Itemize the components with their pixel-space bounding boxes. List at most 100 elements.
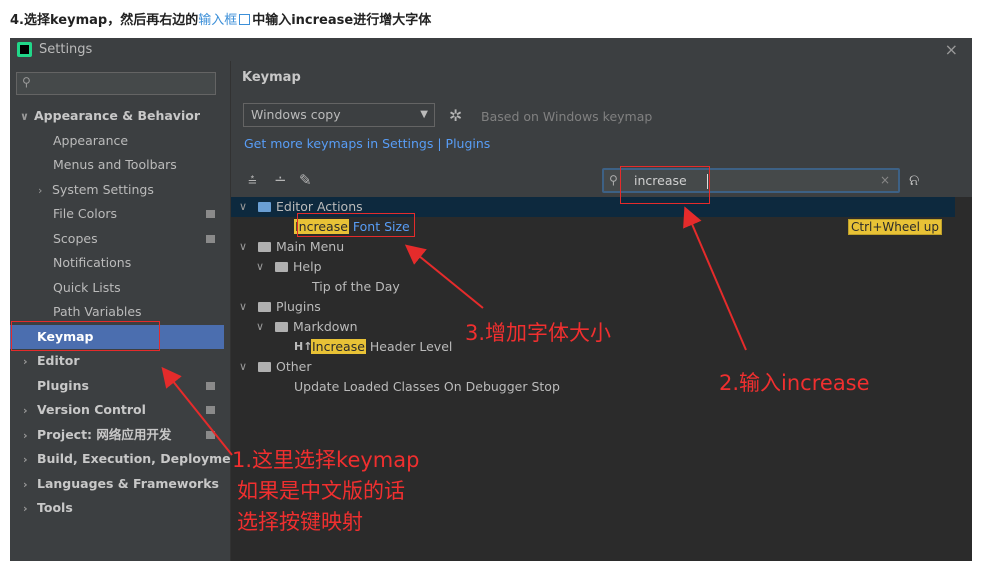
sidebar-item-editor[interactable]: › Editor <box>23 349 80 373</box>
chevron-down-icon[interactable]: ∨ <box>20 105 34 129</box>
tree-row-label: Main Menu <box>276 239 345 254</box>
annotation-step1-line3: 选择按键映射 <box>237 510 363 534</box>
sidebar-item-label: Version Control <box>37 402 146 417</box>
sidebar-item-file-colors[interactable]: File Colors <box>53 202 223 226</box>
chevron-down-icon[interactable]: ∨ <box>239 357 247 377</box>
tree-row-label: Markdown <box>293 319 358 334</box>
header-level-icon: H↑ <box>294 340 313 353</box>
project-scope-icon <box>206 210 215 218</box>
tree-row-label: Plugins <box>276 299 321 314</box>
chevron-right-icon[interactable]: › <box>38 179 52 203</box>
sidebar-item-label: Quick Lists <box>53 280 121 295</box>
tree-row-label: Other <box>276 359 312 374</box>
tree-row-label: Tip of the Day <box>312 279 400 294</box>
expand-all-icon[interactable]: ⩮ <box>248 171 257 189</box>
keymap-select-value: Windows copy <box>251 107 341 122</box>
folder-icon <box>275 262 288 272</box>
chevron-right-icon[interactable]: › <box>23 497 37 521</box>
sidebar-item-label: System Settings <box>52 182 154 197</box>
edit-pencil-icon[interactable]: ✎ <box>299 171 312 189</box>
sidebar-item-label: Languages & Frameworks <box>37 476 219 491</box>
search-icon: ⚲ <box>22 75 31 89</box>
caption-prefix: 4.选择keymap，然后再右边的 <box>10 13 199 28</box>
annotation-box-search <box>620 166 710 204</box>
project-scope-icon <box>206 235 215 243</box>
project-scope-icon <box>206 382 215 390</box>
plugins-link[interactable]: Get more keymaps in Settings | Plugins <box>244 136 490 151</box>
sidebar-item-notifications[interactable]: Notifications <box>53 251 131 275</box>
folder-icon <box>258 362 271 372</box>
annotation-step1-line2: 如果是中文版的话 <box>237 479 405 503</box>
folder-icon <box>258 202 271 212</box>
chevron-down-icon[interactable]: ∨ <box>239 237 247 257</box>
sidebar-item-label: Notifications <box>53 255 132 270</box>
chevron-down-icon[interactable]: ∨ <box>256 257 264 277</box>
folder-icon <box>258 242 271 252</box>
sidebar-search-input[interactable]: ⚲ <box>16 72 216 95</box>
shortcut-badge: Ctrl+Wheel up <box>848 219 943 235</box>
tree-row-label: Update Loaded Classes On Debugger Stop <box>294 379 560 394</box>
clear-search-icon[interactable]: × <box>880 173 890 187</box>
keymap-scheme-select[interactable]: Windows copy ▼ <box>243 103 435 127</box>
sidebar-item-quick-lists[interactable]: Quick Lists <box>53 276 121 300</box>
annotation-step1-line1: 1.这里选择keymap <box>232 448 420 472</box>
annotation-step2: 2.输入increase <box>719 371 870 395</box>
sidebar-item-scopes[interactable]: Scopes <box>53 227 223 251</box>
gear-icon[interactable]: ✲ <box>449 106 462 125</box>
page-caption: 4.选择keymap，然后再右边的输入框 中输入increase进行增大字体 <box>10 9 431 28</box>
chevron-right-icon[interactable]: › <box>23 473 37 497</box>
chevron-right-icon[interactable]: › <box>23 399 37 423</box>
sidebar-item-label: Build, Execution, Deployment <box>37 451 246 466</box>
sidebar-item-build-execution[interactable]: › Build, Execution, Deployment <box>23 447 245 471</box>
chevron-right-icon[interactable]: › <box>23 424 37 448</box>
tree-row-label: Header Level <box>365 339 453 354</box>
sidebar-item-appearance[interactable]: Appearance <box>53 129 223 153</box>
search-highlight: Increase <box>311 339 366 354</box>
sidebar-item-label: Menus and Toolbars <box>53 157 177 172</box>
sidebar-item-label: Tools <box>37 500 73 515</box>
caption-suffix: 中输入increase进行增大字体 <box>252 13 432 28</box>
settings-window: Settings × ⚲ ∨ Appearance & Behavior Appe… <box>10 38 972 561</box>
caption-link[interactable]: 输入框 <box>198 13 237 28</box>
chevron-right-icon[interactable]: › <box>23 448 37 472</box>
collapse-all-icon[interactable]: ∸ <box>274 171 287 189</box>
chevron-down-icon[interactable]: ∨ <box>256 317 264 337</box>
sidebar-item-plugins[interactable]: Plugins <box>37 374 223 398</box>
based-on-label: Based on Windows keymap <box>481 109 653 124</box>
project-scope-icon <box>206 406 215 414</box>
sidebar-item-label: Editor <box>37 353 80 368</box>
annotation-box-font-size <box>297 213 415 237</box>
window-title: Settings <box>39 42 93 57</box>
annotation-box-keymap <box>11 321 160 351</box>
sidebar-item-label: Appearance <box>53 133 129 148</box>
sidebar-item-appearance-behavior[interactable]: ∨ Appearance & Behavior <box>20 104 200 128</box>
close-icon[interactable]: × <box>945 40 958 59</box>
sidebar-item-project[interactable]: › Project: 网络应用开发 <box>23 423 223 447</box>
sidebar-item-label: Plugins <box>37 378 89 393</box>
sidebar-item-languages-frameworks[interactable]: › Languages & Frameworks <box>23 472 219 496</box>
sidebar-item-version-control[interactable]: › Version Control <box>23 398 223 422</box>
sidebar-item-label: Scopes <box>53 231 98 246</box>
chevron-right-icon[interactable]: › <box>23 350 37 374</box>
folder-icon <box>258 302 271 312</box>
app-icon <box>17 42 32 57</box>
sidebar-item-label: File Colors <box>53 206 118 221</box>
tree-row-plugins[interactable]: ∨ Plugins <box>231 297 955 317</box>
find-by-shortcut-icon[interactable]: ନ <box>909 171 919 189</box>
search-icon: ⚲ <box>609 173 618 187</box>
sidebar-item-label: Project: 网络应用开发 <box>37 427 172 442</box>
sidebar-item-system-settings[interactable]: › System Settings <box>38 178 154 202</box>
chevron-down-icon[interactable]: ∨ <box>239 197 247 217</box>
sidebar-item-tools[interactable]: › Tools <box>23 496 73 520</box>
title-bar: Settings × <box>10 38 972 61</box>
sidebar-item-label: Path Variables <box>53 304 142 319</box>
sidebar-item-menus-toolbars[interactable]: Menus and Toolbars <box>53 153 177 177</box>
sidebar-item-label: Appearance & Behavior <box>34 108 200 123</box>
annotation-step3: 3.增加字体大小 <box>465 321 612 345</box>
project-scope-icon <box>206 431 215 439</box>
page-title: Keymap <box>242 70 301 85</box>
tree-row-tip-of-the-day[interactable]: Tip of the Day <box>231 277 955 297</box>
tree-row-main-menu[interactable]: ∨ Main Menu <box>231 237 955 257</box>
chevron-down-icon[interactable]: ∨ <box>239 297 247 317</box>
tree-row-help[interactable]: ∨ Help <box>231 257 955 277</box>
